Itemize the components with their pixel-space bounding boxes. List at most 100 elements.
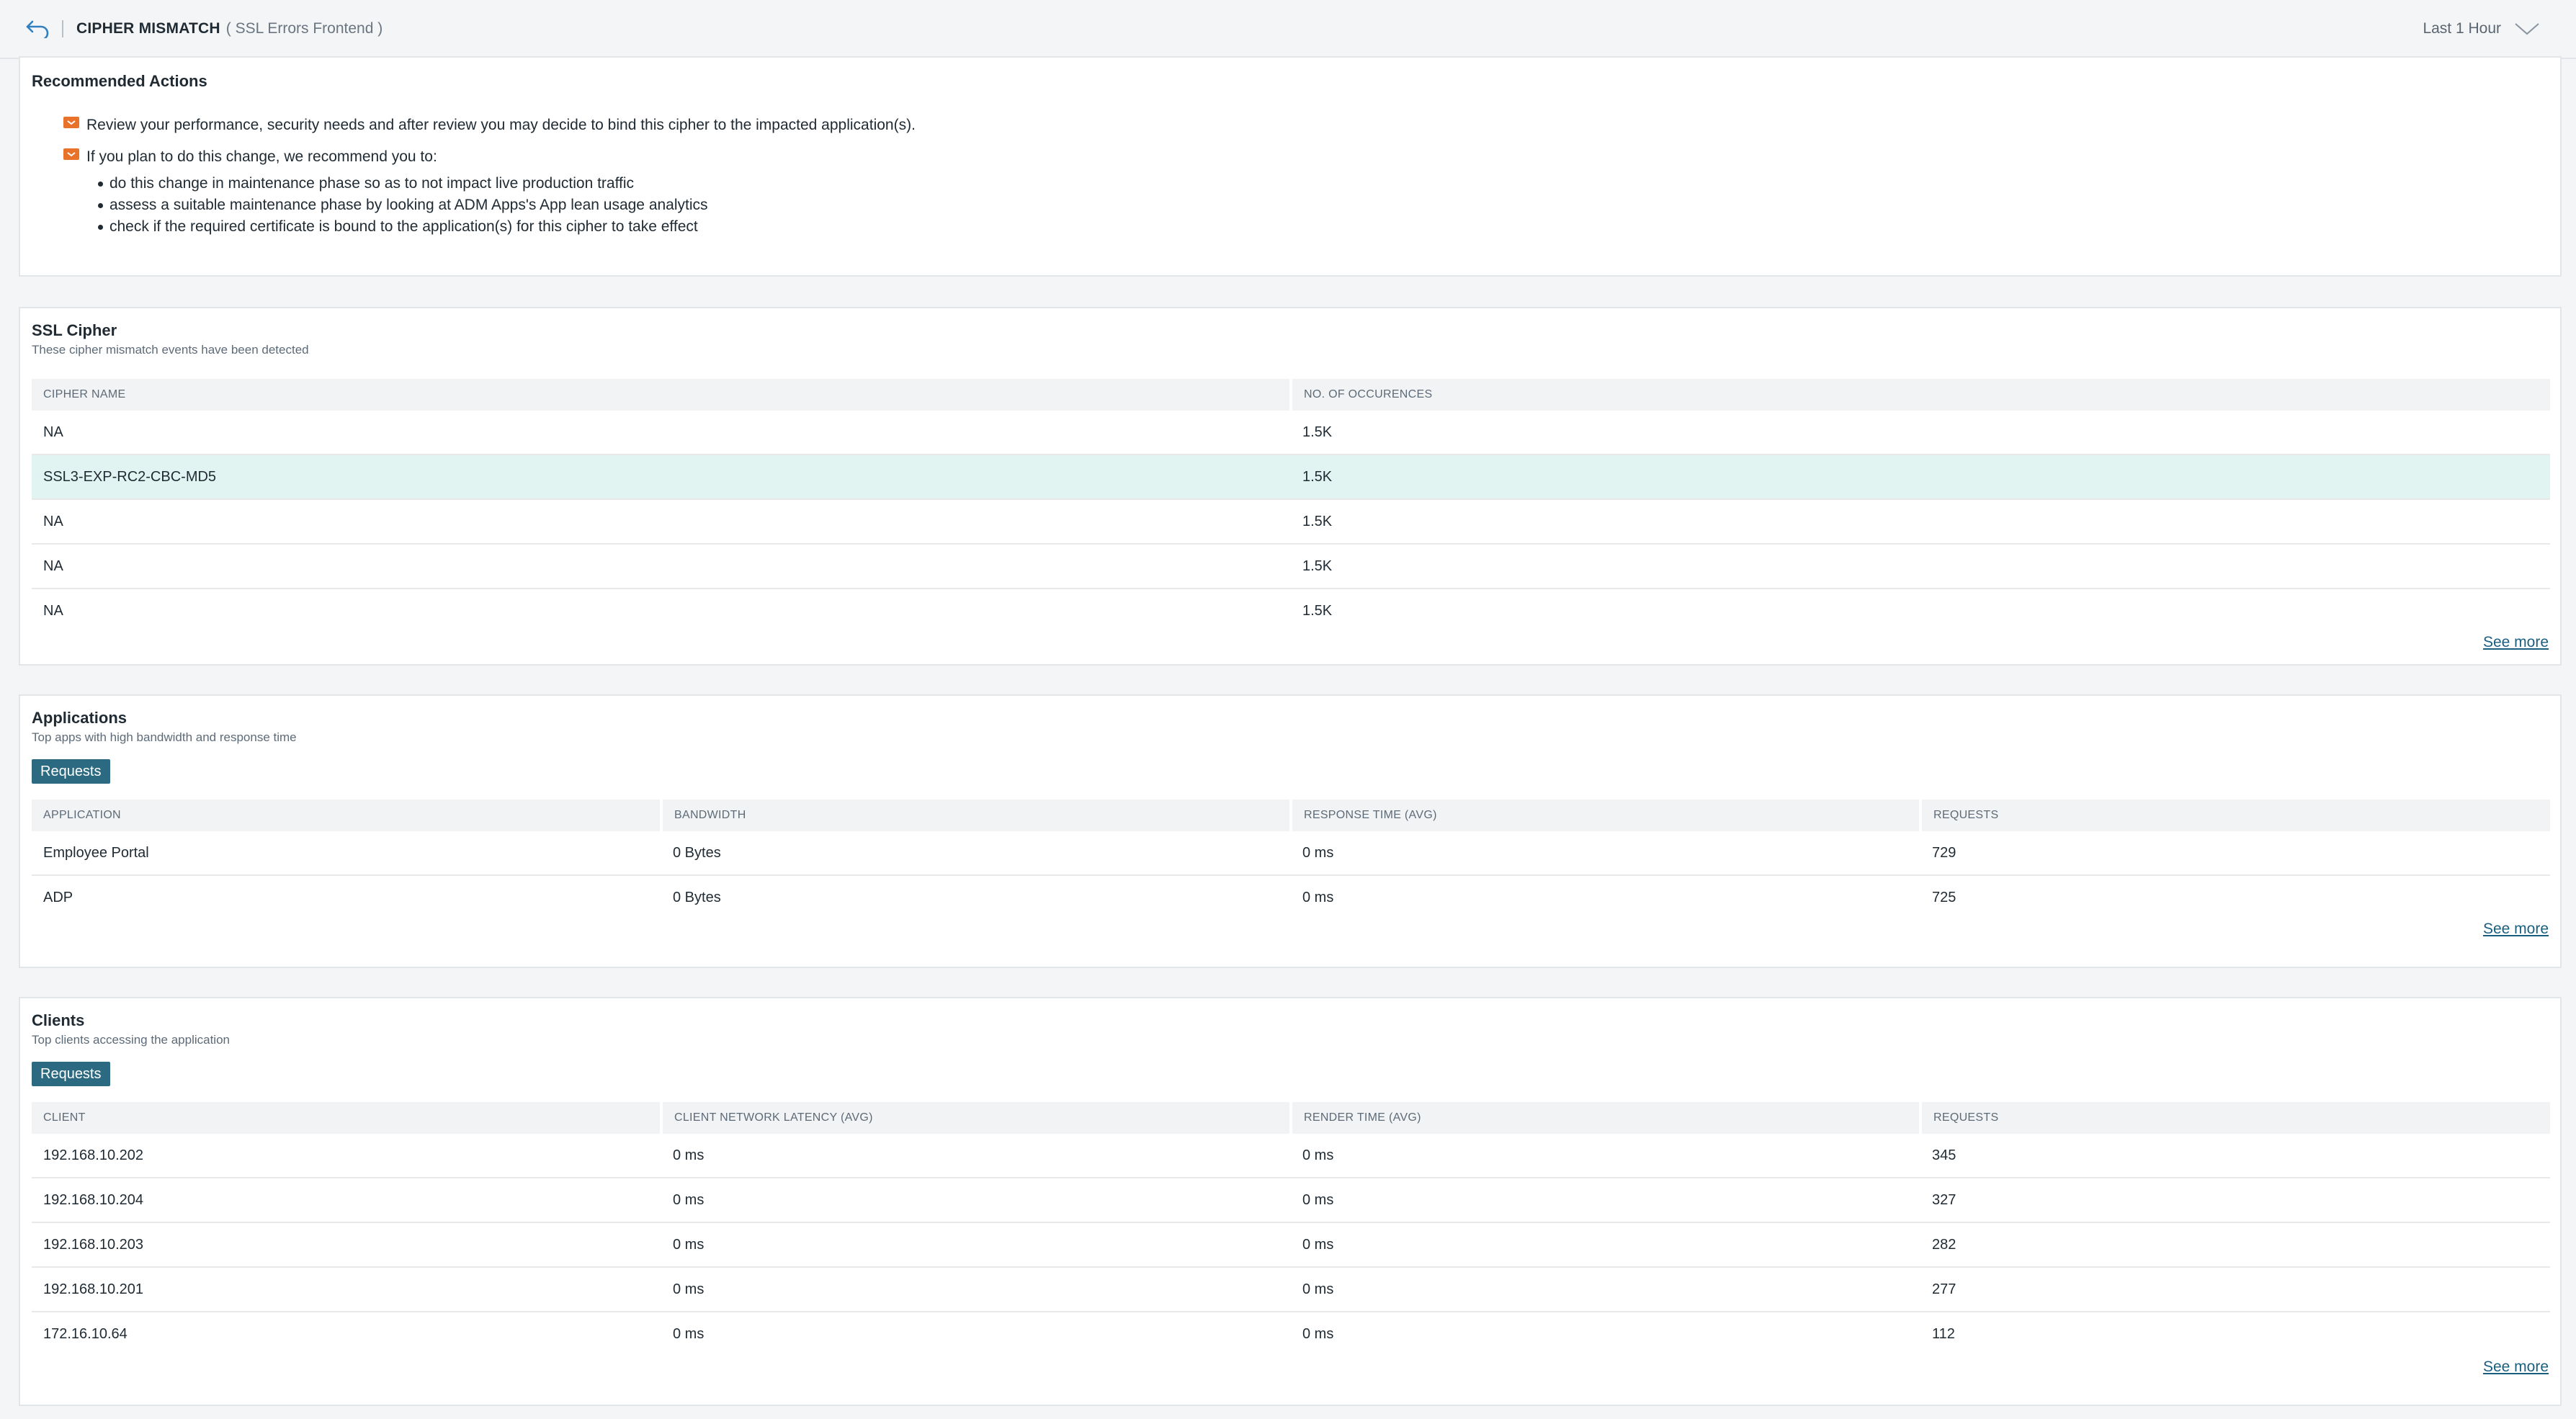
network-latency: 0 ms <box>661 1222 1291 1268</box>
application-name: Employee Portal <box>32 831 661 876</box>
bullet-item: check if the required certificate is bou… <box>98 216 708 238</box>
client-ip: 192.168.10.201 <box>32 1267 661 1312</box>
bandwidth: 0 Bytes <box>673 889 721 905</box>
network-latency: 0 ms <box>661 1178 1291 1223</box>
render-time: 0 ms <box>1291 1134 1920 1178</box>
bandwidth: 0 Bytes <box>661 831 1291 876</box>
requests: 282 <box>1920 1222 2550 1268</box>
table-row[interactable]: Employee Portal 0 Bytes 0 ms 729 <box>32 831 2550 876</box>
table-header-row: APPLICATION BANDWIDTH RESPONSE TIME (AVG… <box>32 800 2550 831</box>
alert-icon <box>63 148 79 160</box>
occurrences: 1.5K <box>1291 544 2550 589</box>
back-arrow-icon <box>26 20 49 38</box>
ssl-cipher-title: SSL Cipher <box>32 321 117 339</box>
occurrences: 1.5K <box>1291 411 2550 455</box>
column-header[interactable]: RESPONSE TIME (AVG) <box>1291 800 1922 831</box>
see-more-link[interactable]: See more <box>2483 1358 2549 1376</box>
column-header[interactable]: REQUESTS <box>1920 800 2550 831</box>
cipher-name: NA <box>43 602 63 619</box>
table-row[interactable]: 192.168.10.204 0 ms 0 ms 327 <box>32 1178 2550 1223</box>
render-time: 0 ms <box>1302 1325 1334 1342</box>
cipher-name: SSL3-EXP-RC2-CBC-MD5 <box>32 455 1291 500</box>
requests: 345 <box>1920 1134 2550 1178</box>
requests: 729 <box>1920 831 2550 876</box>
applications-card: Applications Top apps with high bandwidt… <box>19 694 2562 968</box>
network-latency: 0 ms <box>661 1267 1291 1312</box>
column-header[interactable]: CLIENT NETWORK LATENCY (AVG) <box>661 1102 1292 1134</box>
recommended-actions-title: Recommended Actions <box>32 72 207 90</box>
table-row[interactable]: 192.168.10.202 0 ms 0 ms 345 <box>32 1134 2550 1178</box>
client-ip: 172.16.10.64 <box>43 1325 128 1342</box>
column-header[interactable]: CIPHER NAME <box>32 379 1292 411</box>
client-ip: 192.168.10.203 <box>32 1222 661 1268</box>
header-divider <box>62 20 63 37</box>
applications-table: APPLICATION BANDWIDTH RESPONSE TIME (AVG… <box>32 800 2550 919</box>
column-header[interactable]: RENDER TIME (AVG) <box>1291 1102 1922 1134</box>
response-time: 0 ms <box>1302 889 1334 905</box>
clients-subtitle: Top clients accessing the application <box>32 1033 230 1047</box>
clients-card: Clients Top clients accessing the applic… <box>19 997 2562 1406</box>
alert-icon <box>63 117 79 128</box>
see-more-link[interactable]: See more <box>2483 634 2549 651</box>
clients-title: Clients <box>32 1011 85 1029</box>
cipher-name: NA <box>32 544 1291 589</box>
ssl-cipher-card: SSL Cipher These cipher mismatch events … <box>19 307 2562 666</box>
table-header-row: CIPHER NAME NO. OF OCCURENCES <box>32 379 2550 411</box>
column-header[interactable]: REQUESTS <box>1920 1102 2550 1134</box>
recommended-actions-card: Recommended Actions Review your performa… <box>19 56 2562 277</box>
table-row[interactable]: NA 1.5K <box>32 411 2550 455</box>
cipher-name: NA <box>32 499 1291 545</box>
page-header: CIPHER MISMATCH ( SSL Errors Frontend ) … <box>0 0 2576 59</box>
table-row[interactable]: ADP 0 Bytes 0 ms 725 <box>32 875 2550 919</box>
client-ip: 192.168.10.202 <box>32 1134 661 1178</box>
bullet-item: do this change in maintenance phase so a… <box>98 173 708 194</box>
applications-subtitle: Top apps with high bandwidth and respons… <box>32 730 297 744</box>
see-more-link[interactable]: See more <box>2483 921 2549 938</box>
requests-filter-button[interactable]: Requests <box>32 1062 110 1086</box>
column-header[interactable]: BANDWIDTH <box>661 800 1292 831</box>
requests: 277 <box>1920 1267 2550 1312</box>
table-row[interactable]: NA 1.5K <box>32 499 2550 545</box>
ssl-cipher-table: CIPHER NAME NO. OF OCCURENCES NA 1.5K SS… <box>32 379 2550 632</box>
cipher-name: NA <box>32 411 1291 455</box>
back-button[interactable] <box>20 12 55 46</box>
network-latency: 0 ms <box>673 1325 705 1342</box>
bullet-item: assess a suitable maintenance phase by l… <box>98 194 708 216</box>
network-latency: 0 ms <box>661 1134 1291 1178</box>
column-header[interactable]: CLIENT <box>32 1102 663 1134</box>
client-ip: 192.168.10.204 <box>32 1178 661 1223</box>
recommendation-item: If you plan to do this change, we recomm… <box>63 148 437 166</box>
table-row[interactable]: 192.168.10.201 0 ms 0 ms 277 <box>32 1267 2550 1312</box>
column-header[interactable]: APPLICATION <box>32 800 663 831</box>
table-header-row: CLIENT CLIENT NETWORK LATENCY (AVG) REND… <box>32 1102 2550 1134</box>
application-name: ADP <box>43 889 73 905</box>
page-subtitle: ( SSL Errors Frontend ) <box>225 20 383 37</box>
time-range-label: Last 1 Hour <box>2423 20 2501 37</box>
applications-title: Applications <box>32 709 128 727</box>
table-row[interactable]: 192.168.10.203 0 ms 0 ms 282 <box>32 1222 2550 1268</box>
table-row[interactable]: 172.16.10.64 0 ms 0 ms 112 <box>32 1312 2550 1356</box>
recommendation-text: Review your performance, security needs … <box>86 117 916 133</box>
column-header[interactable]: NO. OF OCCURENCES <box>1291 379 2550 411</box>
occurrences: 1.5K <box>1291 455 2550 500</box>
table-row[interactable]: NA 1.5K <box>32 588 2550 632</box>
response-time: 0 ms <box>1291 831 1920 876</box>
table-row-selected[interactable]: SSL3-EXP-RC2-CBC-MD5 1.5K <box>32 455 2550 500</box>
requests: 327 <box>1920 1178 2550 1223</box>
page-title: CIPHER MISMATCH <box>76 20 220 37</box>
recommendation-item: Review your performance, security needs … <box>63 117 916 134</box>
table-row[interactable]: NA 1.5K <box>32 544 2550 589</box>
occurrences: 1.5K <box>1302 602 1333 619</box>
requests-filter-button[interactable]: Requests <box>32 759 110 784</box>
occurrences: 1.5K <box>1291 499 2550 545</box>
render-time: 0 ms <box>1291 1267 1920 1312</box>
recommendation-text: If you plan to do this change, we recomm… <box>86 148 437 165</box>
time-range-selector[interactable]: Last 1 Hour <box>2423 12 2540 46</box>
requests: 112 <box>1932 1325 1955 1342</box>
render-time: 0 ms <box>1291 1178 1920 1223</box>
ssl-cipher-subtitle: These cipher mismatch events have been d… <box>32 343 309 357</box>
clients-table: CLIENT CLIENT NETWORK LATENCY (AVG) REND… <box>32 1102 2550 1356</box>
chevron-down-icon <box>2515 23 2539 35</box>
render-time: 0 ms <box>1291 1222 1920 1268</box>
recommendation-bullets: do this change in maintenance phase so a… <box>98 173 708 238</box>
